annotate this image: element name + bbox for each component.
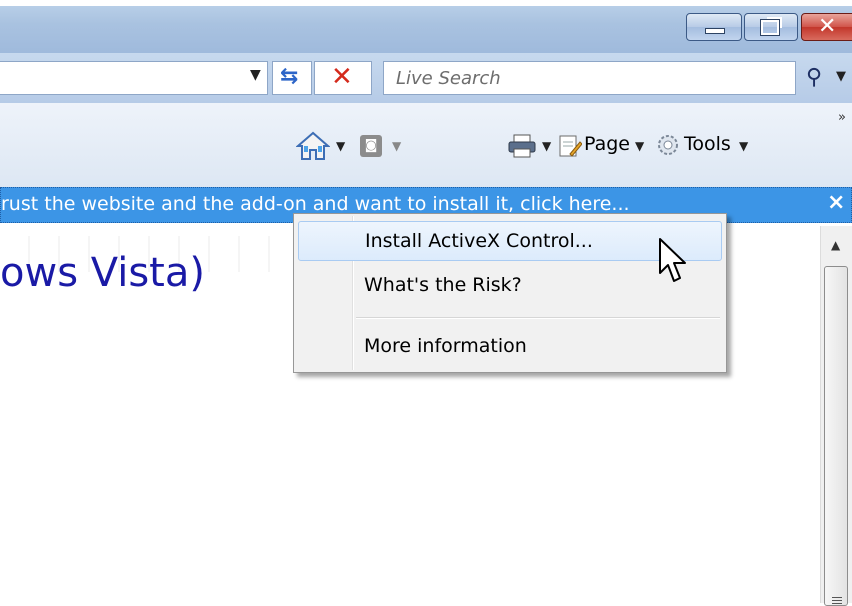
menu-separator	[356, 317, 720, 319]
stop-icon: ✕	[331, 62, 353, 92]
tools-dropdown-icon[interactable]: ▼	[739, 139, 748, 153]
scroll-grip-icon	[832, 597, 842, 605]
title-strip	[0, 0, 852, 6]
title-bar: ✕	[0, 0, 852, 53]
menu-item-label: More information	[364, 335, 527, 357]
printer-icon[interactable]	[508, 134, 536, 158]
page-menu-button[interactable]: Page	[584, 133, 630, 155]
address-dropdown-icon[interactable]: ▼	[250, 67, 261, 83]
refresh-button[interactable]: ⇆	[272, 61, 312, 95]
search-input[interactable]: Live Search	[383, 61, 796, 95]
page-dropdown-icon[interactable]: ▼	[635, 139, 644, 153]
mouse-pointer-icon	[659, 238, 686, 282]
tools-gear-icon	[658, 135, 678, 155]
refresh-icon: ⇆	[280, 64, 299, 89]
vertical-scrollbar[interactable]: ▲	[820, 226, 852, 606]
menu-item-label: What's the Risk?	[364, 274, 522, 296]
restore-button[interactable]	[744, 13, 798, 41]
address-input[interactable]	[0, 61, 268, 95]
scroll-up-arrow-icon[interactable]: ▲	[831, 238, 840, 252]
page-heading: ows Vista)	[0, 250, 205, 296]
scroll-thumb[interactable]	[824, 266, 848, 606]
information-bar-close-icon[interactable]: ×	[827, 190, 845, 215]
search-options-dropdown-icon[interactable]: ▼	[836, 69, 846, 84]
search-placeholder: Live Search	[396, 68, 501, 89]
stop-button[interactable]: ✕	[314, 61, 372, 95]
minimize-button[interactable]	[686, 13, 742, 41]
page-icon	[559, 135, 582, 157]
close-icon: ✕	[818, 14, 837, 39]
print-dropdown-icon[interactable]: ▼	[542, 139, 551, 153]
menu-item-label: Install ActiveX Control...	[365, 230, 593, 252]
tools-menu-button[interactable]: Tools	[684, 133, 731, 155]
close-window-button[interactable]: ✕	[801, 13, 852, 41]
restore-icon	[761, 20, 779, 35]
search-icon[interactable]: ⚲	[806, 65, 822, 90]
information-bar-text[interactable]: rust the website and the add-on and want…	[1, 193, 630, 215]
minimize-icon	[705, 28, 725, 34]
address-bar: ▼ ⇆ ✕ Live Search ⚲ ▼	[0, 53, 852, 103]
command-overflow-chevron[interactable]: »	[838, 110, 846, 125]
menu-item-more-information[interactable]: More information	[298, 327, 722, 367]
